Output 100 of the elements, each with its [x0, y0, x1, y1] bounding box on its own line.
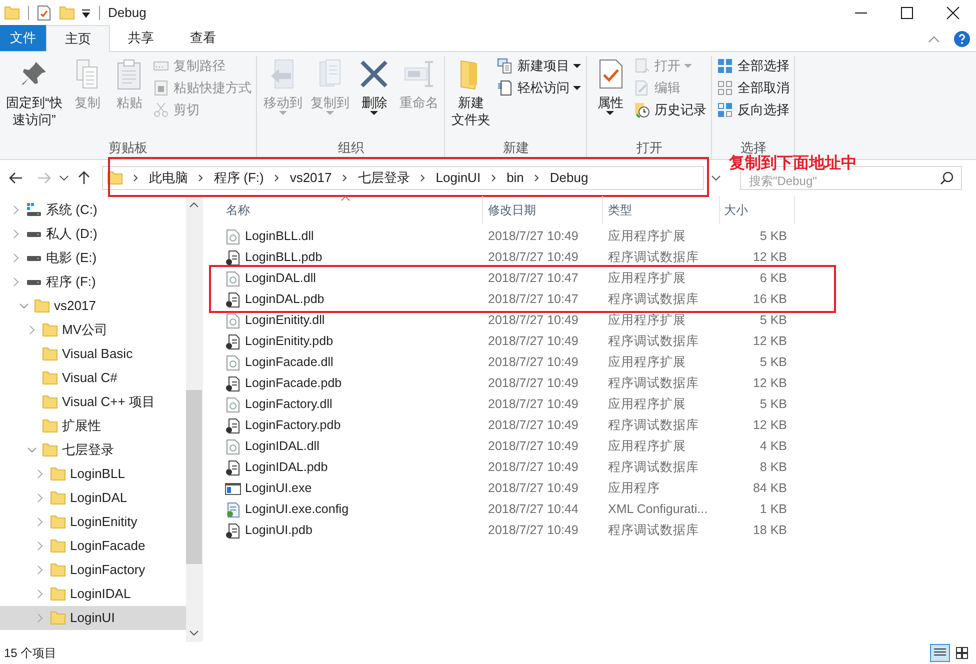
- file-size: 1 KB: [760, 501, 787, 518]
- column-header[interactable]: 大小: [720, 196, 795, 224]
- folder-icon[interactable]: [4, 5, 20, 21]
- breadcrumb[interactable]: vs2017: [290, 168, 332, 188]
- column-header[interactable]: 类型: [603, 196, 720, 224]
- breadcrumb[interactable]: LoginUI: [436, 168, 481, 188]
- sidebar-item[interactable]: MV公司: [0, 318, 186, 342]
- scroll-down-icon[interactable]: [189, 628, 199, 638]
- file-date: 2018/7/27 10:49: [488, 523, 578, 538]
- file-name[interactable]: LoginUI.exe: [245, 479, 312, 498]
- sidebar-item[interactable]: 程序 (F:): [0, 270, 186, 294]
- chevron-right-icon[interactable]: [35, 493, 45, 503]
- file-name[interactable]: LoginBLL.dll: [245, 227, 314, 246]
- chevron-right-icon[interactable]: [11, 229, 21, 239]
- up-icon[interactable]: [76, 170, 92, 186]
- sidebar-item[interactable]: Visual Basic: [0, 342, 186, 366]
- breadcrumb[interactable]: 此电脑: [149, 168, 188, 188]
- file-name[interactable]: LoginFactory.pdb: [245, 416, 341, 435]
- file-name[interactable]: LoginFactory.dll: [245, 395, 332, 414]
- column-header[interactable]: 名称: [221, 196, 483, 224]
- ribbon-small-button[interactable]: 反向选择: [717, 100, 790, 120]
- folder-icon[interactable]: [59, 5, 75, 21]
- file-type: 应用程序扩展: [608, 355, 686, 370]
- chevron-right-icon[interactable]: [35, 589, 45, 599]
- file-type: 程序调试数据库: [608, 418, 699, 432]
- scroll-up-icon[interactable]: [189, 200, 199, 210]
- ribbon-button[interactable]: 新建 文件夹: [448, 56, 494, 128]
- breadcrumb[interactable]: bin: [506, 168, 524, 188]
- sidebar-item[interactable]: 七层登录: [0, 438, 186, 462]
- dropdown-icon[interactable]: [81, 8, 91, 18]
- breadcrumb[interactable]: 七层登录: [358, 168, 410, 188]
- chevron-down-icon[interactable]: [19, 301, 29, 311]
- sidebar-item[interactable]: Visual C#: [0, 366, 186, 390]
- sidebar-item[interactable]: LoginUI: [0, 606, 186, 630]
- ribbon-small-button[interactable]: 全部取消: [717, 78, 790, 98]
- sidebar-item[interactable]: 扩展性: [0, 414, 186, 438]
- chevron-right-icon[interactable]: [11, 253, 21, 263]
- file-name[interactable]: LoginEnitity.dll: [245, 311, 325, 330]
- chevron-right-icon[interactable]: [11, 277, 21, 287]
- breadcrumb[interactable]: 程序 (F:): [214, 168, 264, 188]
- sidebar-item[interactable]: vs2017: [0, 294, 186, 318]
- file-name[interactable]: LoginFacade.dll: [245, 353, 334, 372]
- ribbon-small-button[interactable]: 历史记录: [634, 100, 706, 120]
- ribbon-tab[interactable]: 主页: [46, 25, 110, 52]
- column-header[interactable]: 修改日期: [483, 196, 603, 224]
- sidebar-item[interactable]: 私人 (D:): [0, 222, 186, 246]
- sidebar-item[interactable]: Visual C++ 项目: [0, 390, 186, 414]
- search-icon[interactable]: [940, 171, 954, 185]
- ribbon-small-button[interactable]: 轻松访问: [497, 78, 582, 98]
- file-date: 2018/7/27 10:44: [488, 502, 578, 516]
- ribbon-button[interactable]: 删除: [354, 56, 394, 116]
- maximize-icon[interactable]: [899, 5, 915, 21]
- chevron-right-icon[interactable]: [35, 517, 45, 527]
- list-icon[interactable]: [934, 648, 946, 658]
- file-name[interactable]: LoginBLL.pdb: [245, 248, 322, 267]
- file-name[interactable]: LoginUI.pdb: [245, 521, 312, 540]
- chevron-right-icon[interactable]: [35, 565, 45, 575]
- ribbon-tab[interactable]: 查看: [172, 25, 234, 51]
- file-name[interactable]: LoginFacade.pdb: [245, 374, 342, 393]
- file-size: 12 KB: [752, 333, 787, 350]
- grid-icon[interactable]: [956, 647, 968, 659]
- properties-icon[interactable]: [37, 5, 51, 21]
- scrollbar-thumb[interactable]: [186, 390, 202, 564]
- file-size: 16 KB: [752, 291, 787, 308]
- close-icon[interactable]: [945, 5, 961, 21]
- ribbon-tab[interactable]: 共享: [110, 25, 172, 51]
- back-icon[interactable]: [8, 170, 24, 186]
- chevron-right-icon[interactable]: [35, 541, 45, 551]
- chevron-down-icon[interactable]: [27, 445, 37, 455]
- ribbon-small-button[interactable]: 新建项目: [497, 56, 582, 76]
- ribbon-button[interactable]: 属性: [590, 56, 630, 116]
- sidebar-item[interactable]: LoginEnitity: [0, 510, 186, 534]
- chevron-right-icon[interactable]: [35, 469, 45, 479]
- ribbon-small-button[interactable]: 全部选择: [717, 56, 790, 76]
- sidebar-item[interactable]: 系统 (C:): [0, 198, 186, 222]
- sidebar-item[interactable]: LoginDAL: [0, 486, 186, 510]
- help-icon[interactable]: [954, 30, 970, 46]
- folder-icon: [50, 466, 66, 482]
- ribbon-tab[interactable]: 文件: [0, 25, 46, 51]
- collapse-icon[interactable]: [928, 34, 940, 42]
- file-name[interactable]: LoginIDAL.dll: [245, 437, 320, 456]
- group-label: 剪贴板: [108, 140, 149, 156]
- sidebar-item[interactable]: LoginFacade: [0, 534, 186, 558]
- file-type: 程序调试数据库: [608, 250, 699, 264]
- chevron-right-icon[interactable]: [27, 325, 37, 335]
- details-view-button[interactable]: [930, 644, 950, 662]
- chevron-right-icon: [342, 174, 348, 182]
- sidebar-item[interactable]: LoginBLL: [0, 462, 186, 486]
- ribbon-button[interactable]: 固定到“快 速访问”: [3, 56, 66, 128]
- breadcrumb[interactable]: Debug: [550, 168, 588, 188]
- file-name[interactable]: LoginDAL.dll: [245, 269, 316, 288]
- sidebar-item[interactable]: 电影 (E:): [0, 246, 186, 270]
- file-name[interactable]: LoginUI.exe.config: [245, 500, 349, 519]
- chevron-right-icon[interactable]: [11, 205, 21, 215]
- address-bar[interactable]: 此电脑 程序 (F:) vs2017 七层登录 LoginUI bin Debug: [102, 166, 704, 190]
- sidebar-item[interactable]: LoginIDAL: [0, 582, 186, 606]
- file-name[interactable]: LoginDAL.pdb: [245, 290, 324, 309]
- file-name[interactable]: LoginIDAL.pdb: [245, 458, 328, 477]
- sidebar-item[interactable]: LoginFactory: [0, 558, 186, 582]
- file-name[interactable]: LoginEnitity.pdb: [245, 332, 334, 351]
